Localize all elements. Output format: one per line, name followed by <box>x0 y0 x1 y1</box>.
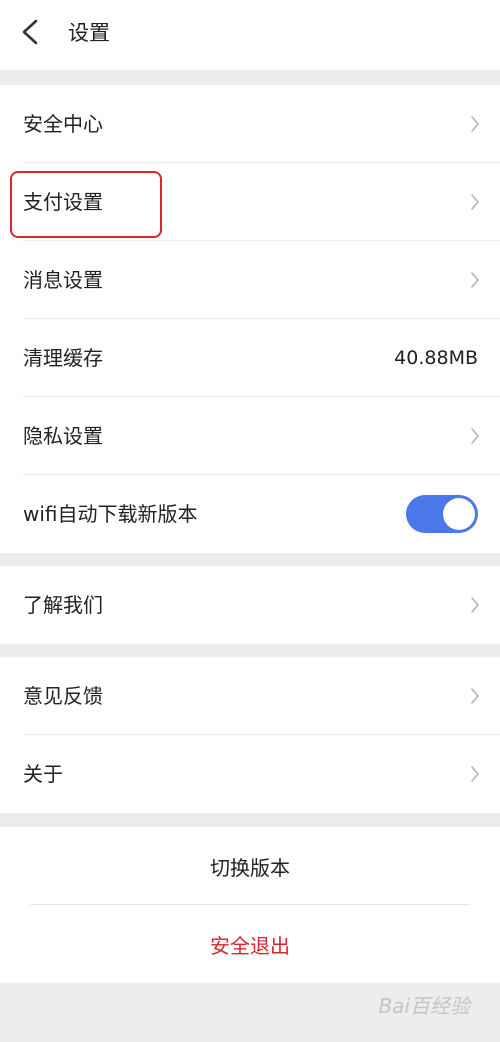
item-label: 关于 <box>23 762 63 786</box>
watermark: Bai百经验 <box>378 994 470 1018</box>
header-bar: 设置 <box>0 0 500 70</box>
switch-version-button[interactable]: 切换版本 <box>0 827 500 905</box>
chevron-right-icon <box>471 116 479 132</box>
item-label: 意见反馈 <box>23 684 103 708</box>
message-settings-item[interactable]: 消息设置 <box>0 241 500 319</box>
wifi-auto-download-toggle[interactable] <box>406 495 478 533</box>
about-us-item[interactable]: 了解我们 <box>0 566 500 644</box>
clear-cache-item[interactable]: 清理缓存 40.88MB <box>0 319 500 397</box>
switch-version-label: 切换版本 <box>210 855 290 880</box>
chevron-right-icon <box>471 194 479 210</box>
item-label: 消息设置 <box>23 268 103 292</box>
highlight-box <box>10 171 162 238</box>
actions-group: 切换版本 安全退出 <box>0 827 500 983</box>
item-label: 了解我们 <box>23 593 103 617</box>
wifi-auto-download-item: wifi自动下载新版本 <box>0 475 500 553</box>
item-label: wifi自动下载新版本 <box>23 502 198 526</box>
cache-size-value: 40.88MB <box>394 347 478 369</box>
item-label: 清理缓存 <box>23 346 103 370</box>
about-item[interactable]: 关于 <box>0 735 500 813</box>
security-center-item[interactable]: 安全中心 <box>0 85 500 163</box>
privacy-settings-item[interactable]: 隐私设置 <box>0 397 500 475</box>
chevron-right-icon <box>471 766 479 782</box>
settings-group-about-us: 了解我们 <box>0 566 500 644</box>
chevron-right-icon <box>471 428 479 444</box>
chevron-left-icon[interactable] <box>18 17 44 47</box>
chevron-right-icon <box>471 688 479 704</box>
feedback-item[interactable]: 意见反馈 <box>0 657 500 735</box>
item-label: 安全中心 <box>23 112 103 136</box>
chevron-right-icon <box>471 597 479 613</box>
chevron-right-icon <box>471 272 479 288</box>
settings-group-feedback: 意见反馈 关于 <box>0 657 500 813</box>
logout-button[interactable]: 安全退出 <box>0 905 500 983</box>
toggle-knob <box>443 498 475 530</box>
settings-group-main: 安全中心 支付设置 消息设置 清理缓存 40.88MB 隐私设置 wifi自动下… <box>0 85 500 553</box>
item-label: 隐私设置 <box>23 424 103 448</box>
page-title: 设置 <box>68 21 110 45</box>
logout-label: 安全退出 <box>210 933 290 958</box>
